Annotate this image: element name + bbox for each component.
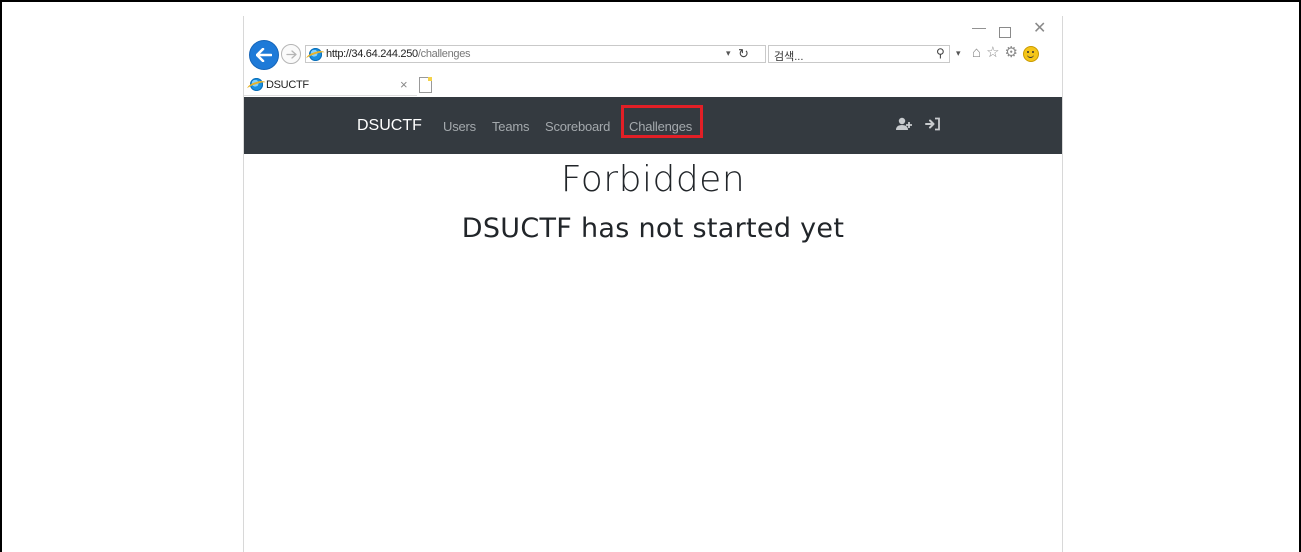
challenges-highlight-box — [621, 105, 703, 138]
nav-link-scoreboard[interactable]: Scoreboard — [545, 119, 610, 134]
search-input[interactable]: 검색... ⚲ — [768, 45, 950, 63]
close-window-button[interactable]: ✕ — [1033, 21, 1046, 37]
nav-link-users[interactable]: Users — [443, 119, 476, 134]
back-arrow-icon — [256, 48, 272, 62]
star-icon[interactable]: ☆ — [986, 44, 999, 62]
refresh-icon[interactable]: ↻ — [738, 46, 749, 62]
search-icon[interactable]: ⚲ — [936, 46, 945, 60]
back-button[interactable] — [249, 40, 279, 70]
url-path: /challenges — [417, 48, 471, 60]
address-bar[interactable]: http://34.64.244.250/challenges ▾ ↻ — [305, 45, 766, 63]
new-tab-button[interactable] — [419, 77, 432, 93]
address-dropdown-icon[interactable]: ▾ — [726, 48, 731, 59]
forward-arrow-icon — [285, 49, 297, 59]
ie-page-icon — [309, 48, 322, 61]
minimize-button[interactable]: — — [972, 20, 986, 34]
smiley-icon[interactable] — [1022, 46, 1039, 62]
forward-button[interactable] — [281, 44, 301, 64]
sign-in-icon[interactable] — [925, 117, 941, 134]
url-text[interactable]: http://34.64.244.250/challenges — [326, 48, 471, 61]
site-brand[interactable]: DSUCTF — [357, 117, 422, 135]
home-icon[interactable]: ⌂ — [972, 44, 981, 62]
gear-icon[interactable]: ⚙ — [1005, 44, 1018, 62]
site-navbar: DSUCTF Users Teams Scoreboard Challenges — [244, 97, 1062, 154]
search-dropdown-icon[interactable]: ▾ — [956, 48, 961, 59]
tab-close-icon[interactable]: × — [400, 77, 408, 92]
nav-link-teams[interactable]: Teams — [492, 119, 529, 134]
status-message: DSUCTF has not started yet — [461, 213, 845, 244]
browser-toolbar: ⌂ ☆ ⚙ — [972, 44, 1039, 62]
url-host: http://34.64.244.250 — [326, 48, 418, 60]
maximize-button[interactable] — [999, 27, 1011, 38]
browser-window: — ✕ http://34.64.244.250/challenges ▾ ↻ … — [243, 16, 1063, 552]
page-title: Forbidden — [560, 159, 746, 200]
tab-title: DSUCTF — [266, 79, 309, 91]
tab-favicon-icon — [250, 78, 263, 91]
search-placeholder: 검색... — [774, 51, 804, 63]
user-plus-icon[interactable] — [896, 117, 914, 134]
browser-tab[interactable]: DSUCTF × — [244, 75, 417, 96]
